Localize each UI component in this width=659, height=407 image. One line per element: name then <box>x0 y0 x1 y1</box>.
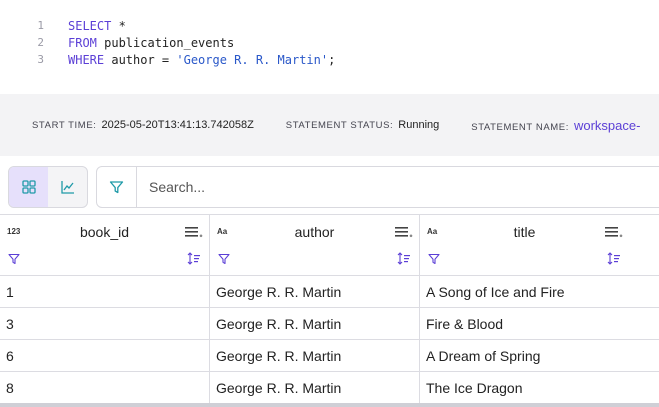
column-name: author <box>294 224 335 240</box>
column-filter-icon[interactable] <box>218 253 230 265</box>
sql-text: publication_events <box>96 35 235 50</box>
statement-status-value: Running <box>398 119 440 131</box>
statement-info-bar: START TIME: 2025-05-20T13:41:13.742058Z … <box>0 94 659 156</box>
column-menu-icon[interactable] <box>395 226 413 238</box>
grid-icon <box>21 180 36 194</box>
table-cell[interactable]: A Song of Ice and Fire <box>420 276 659 308</box>
column-author: Aa author George R. R. Martin George R. … <box>210 215 419 407</box>
table-cell[interactable]: 6 <box>0 340 209 372</box>
view-toggle <box>8 166 88 208</box>
table-cell[interactable]: A Dream of Spring <box>420 340 659 372</box>
table-cell[interactable]: George R. R. Martin <box>210 372 419 404</box>
statement-status-label: STATEMENT STATUS: <box>285 120 394 131</box>
line-number: 2 <box>37 36 44 49</box>
column-header[interactable]: Aa title <box>420 215 659 276</box>
column-filter-icon[interactable] <box>8 253 20 265</box>
statement-status: STATEMENT STATUS: Running <box>286 119 439 131</box>
code-line[interactable]: 3 WHERE author = 'George R. R. Martin'; <box>0 51 335 68</box>
column-header[interactable]: 123 book_id <box>0 215 209 276</box>
sql-text: * <box>111 18 126 33</box>
statement-name: STATEMENT NAME: workspace- <box>471 118 640 133</box>
column-book-id: 123 book_id 1 3 6 8 <box>0 215 209 407</box>
table-cell[interactable]: The Ice Dragon <box>420 372 659 404</box>
sql-keyword: FROM <box>68 35 97 50</box>
sql-text: author = <box>104 52 177 67</box>
code-line[interactable]: 1 SELECT * <box>0 17 126 34</box>
table-cell[interactable]: George R. R. Martin <box>210 276 419 308</box>
start-time-label: START TIME: <box>32 120 97 131</box>
column-menu-icon[interactable] <box>185 226 203 238</box>
statement-name-link[interactable]: workspace- <box>574 118 640 133</box>
statement-name-label: STATEMENT NAME: <box>471 121 569 133</box>
funnel-icon <box>109 180 124 193</box>
table-cell[interactable]: Fire & Blood <box>420 308 659 340</box>
chart-view-button[interactable] <box>48 167 87 207</box>
code-line[interactable]: 2 FROM publication_events <box>0 34 234 51</box>
column-sort-icon[interactable] <box>187 252 201 265</box>
table-cell[interactable]: 3 <box>0 308 209 340</box>
line-number: 3 <box>37 53 44 66</box>
start-time: START TIME: 2025-05-20T13:41:13.742058Z <box>32 119 254 131</box>
table-view-button[interactable] <box>9 167 48 207</box>
table-cell[interactable]: 8 <box>0 372 209 404</box>
line-number: 1 <box>37 19 44 32</box>
column-filter-icon[interactable] <box>428 253 440 265</box>
column-menu-icon[interactable] <box>605 226 623 238</box>
column-header[interactable]: Aa author <box>210 215 419 276</box>
sql-editor[interactable]: 1 SELECT * 2 FROM publication_events 3 W… <box>0 0 659 94</box>
sql-string: 'George R. R. Martin' <box>176 52 329 67</box>
search-input[interactable] <box>137 168 659 206</box>
search-bar <box>96 166 659 208</box>
sql-keyword: SELECT <box>68 18 112 33</box>
line-chart-icon <box>60 181 74 194</box>
results-toolbar <box>0 166 659 208</box>
table-cell[interactable]: George R. R. Martin <box>210 308 419 340</box>
column-name: book_id <box>79 224 130 240</box>
filter-button[interactable] <box>97 167 137 207</box>
table-cell[interactable]: 1 <box>0 276 209 308</box>
table-cell[interactable]: George R. R. Martin <box>210 340 419 372</box>
column-sort-icon[interactable] <box>397 252 411 265</box>
sql-keyword: WHERE <box>68 52 105 67</box>
column-title: Aa title A Song of Ice and Fire Fire & B… <box>420 215 659 407</box>
column-name: title <box>513 224 536 240</box>
results-table: 123 book_id 1 3 6 8 Aa author George R. … <box>0 214 659 407</box>
horizontal-scrollbar[interactable] <box>0 403 659 407</box>
start-time-value: 2025-05-20T13:41:13.742058Z <box>101 119 254 131</box>
sql-text: ; <box>328 52 336 67</box>
column-sort-icon[interactable] <box>607 252 621 265</box>
